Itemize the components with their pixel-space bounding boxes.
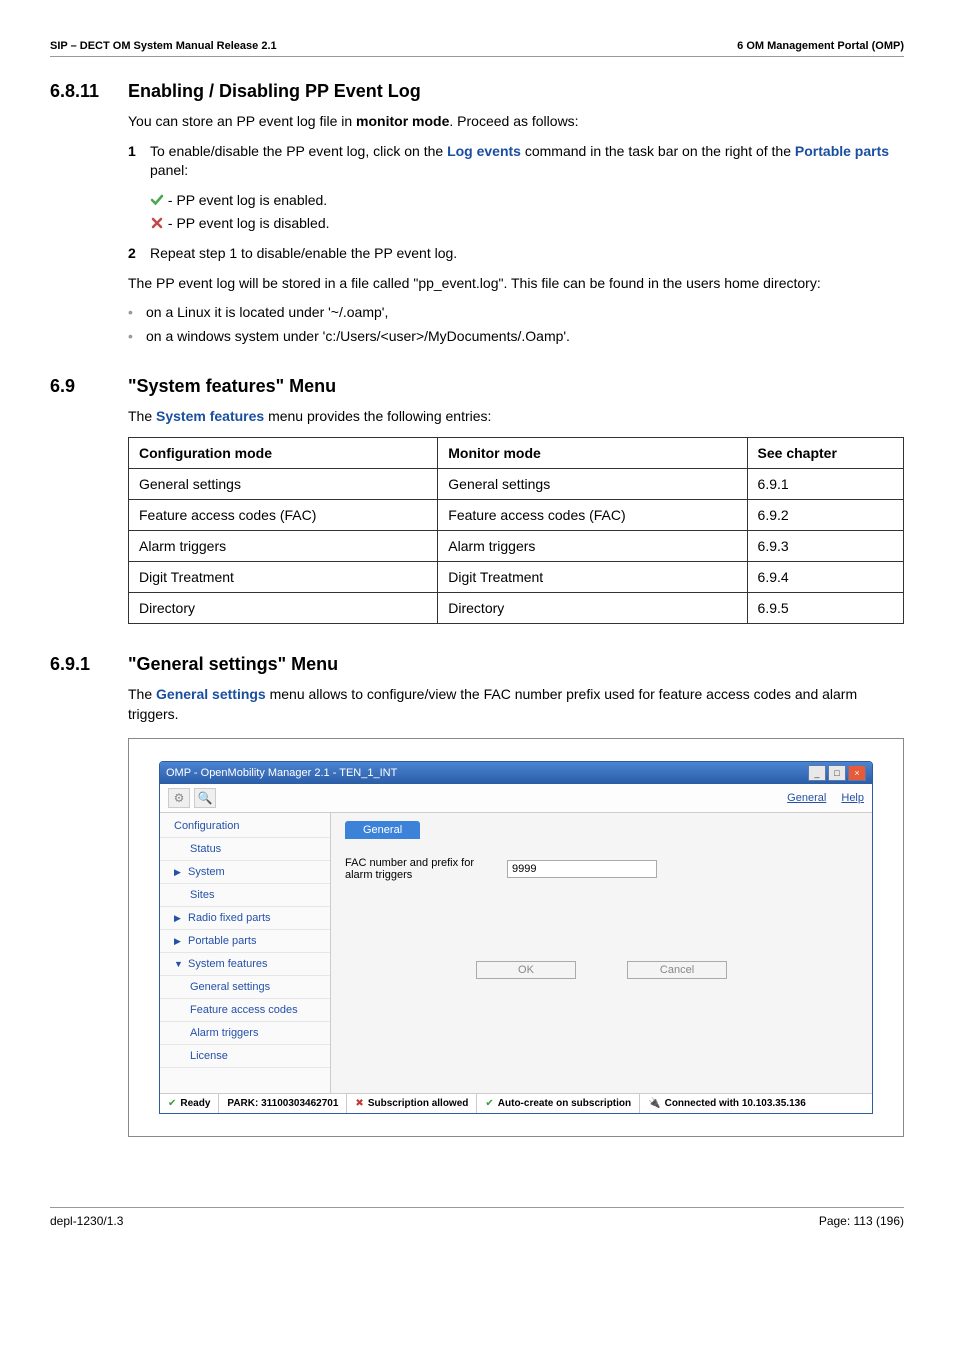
col-chapter: See chapter	[747, 437, 903, 468]
col-monitor: Monitor mode	[438, 437, 747, 468]
section-number: 6.9	[50, 376, 128, 397]
window-controls: _ □ ×	[808, 765, 866, 781]
header-left: SIP – DECT OM System Manual Release 2.1	[50, 40, 277, 52]
search-icon[interactable]: 🔍	[194, 788, 216, 808]
fac-prefix-label: FAC number and prefix for alarm triggers	[345, 857, 495, 881]
sidebar: Configuration Status ▶System Sites ▶Radi…	[160, 813, 331, 1093]
intro-paragraph: You can store an PP event log file in mo…	[128, 112, 904, 132]
main-panel: General FAC number and prefix for alarm …	[331, 813, 872, 1093]
section-title: Enabling / Disabling PP Event Log	[128, 81, 421, 102]
toolbar-menus: General Help	[775, 792, 864, 804]
sidebar-item-system[interactable]: ▶System	[160, 861, 330, 884]
sidebar-item-status[interactable]: Status	[160, 838, 330, 861]
log-events-link: Log events	[447, 143, 521, 159]
omp-window: OMP - OpenMobility Manager 2.1 - TEN_1_I…	[159, 761, 873, 1114]
titlebar: OMP - OpenMobility Manager 2.1 - TEN_1_I…	[160, 762, 872, 784]
fac-prefix-input[interactable]	[507, 860, 657, 878]
maximize-button[interactable]: □	[828, 765, 846, 781]
sidebar-item-configuration[interactable]: Configuration	[160, 815, 330, 838]
header-right: 6 OM Management Portal (OMP)	[737, 40, 904, 52]
table-header-row: Configuration mode Monitor mode See chap…	[129, 437, 904, 468]
check-icon	[150, 193, 164, 207]
section-6-8-11-heading: 6.8.11 Enabling / Disabling PP Event Log	[50, 81, 904, 102]
window-body: Configuration Status ▶System Sites ▶Radi…	[160, 813, 872, 1093]
sidebar-item-portable-parts[interactable]: ▶Portable parts	[160, 930, 330, 953]
sidebar-item-general-settings[interactable]: General settings	[160, 976, 330, 999]
ok-button[interactable]: OK	[476, 961, 576, 979]
table-row: General settingsGeneral settings6.9.1	[129, 468, 904, 499]
minimize-button[interactable]: _	[808, 765, 826, 781]
col-config: Configuration mode	[129, 437, 438, 468]
cancel-button[interactable]: Cancel	[627, 961, 727, 979]
page-footer: depl-1230/1.3 Page: 113 (196)	[50, 1207, 904, 1228]
footer-left: depl-1230/1.3	[50, 1214, 123, 1228]
step-1: To enable/disable the PP event log, clic…	[128, 142, 904, 181]
sidebar-item-alarm-triggers[interactable]: Alarm triggers	[160, 1022, 330, 1045]
table-row: Alarm triggersAlarm triggers6.9.3	[129, 530, 904, 561]
sf-intro: The System features menu provides the fo…	[128, 407, 904, 427]
sidebar-item-fac[interactable]: Feature access codes	[160, 999, 330, 1022]
section-number: 6.9.1	[50, 654, 128, 675]
status-park: PARK: 31100303462701	[219, 1094, 347, 1113]
section-number: 6.8.11	[50, 81, 128, 102]
status-subscription: ✖Subscription allowed	[347, 1094, 477, 1113]
chevron-down-icon: ▼	[174, 959, 182, 969]
footer-right: Page: 113 (196)	[819, 1214, 904, 1228]
section-6-9-heading: 6.9 "System features" Menu	[50, 376, 904, 397]
status-connected: 🔌Connected with 10.103.35.136	[640, 1094, 872, 1113]
section-6-9-1-heading: 6.9.1 "General settings" Menu	[50, 654, 904, 675]
step-list: To enable/disable the PP event log, clic…	[128, 142, 904, 181]
form-row: FAC number and prefix for alarm triggers	[345, 857, 858, 881]
sidebar-item-sites[interactable]: Sites	[160, 884, 330, 907]
plug-icon: 🔌	[648, 1098, 660, 1109]
sidebar-item-rfp[interactable]: ▶Radio fixed parts	[160, 907, 330, 930]
linux-bullet: on a Linux it is located under '~/.oamp'…	[128, 303, 904, 323]
x-icon	[150, 216, 164, 230]
close-button[interactable]: ×	[848, 765, 866, 781]
step-list-2: Repeat step 1 to disable/enable the PP e…	[128, 244, 904, 264]
gear-icon[interactable]: ⚙	[168, 788, 190, 808]
windows-bullet: on a windows system under 'c:/Users/<use…	[128, 327, 904, 347]
step-2: Repeat step 1 to disable/enable the PP e…	[128, 244, 904, 264]
page-header: SIP – DECT OM System Manual Release 2.1 …	[50, 40, 904, 57]
enabled-line: - PP event log is enabled.	[150, 191, 904, 211]
sidebar-item-system-features[interactable]: ▼System features	[160, 953, 330, 976]
tab-general[interactable]: General	[345, 821, 420, 839]
chevron-right-icon: ▶	[174, 936, 182, 947]
x-icon: ✖	[355, 1098, 363, 1109]
chevron-right-icon: ▶	[174, 913, 182, 924]
status-bar: ✔Ready PARK: 31100303462701 ✖Subscriptio…	[160, 1093, 872, 1113]
sidebar-item-license[interactable]: License	[160, 1045, 330, 1068]
modes-table: Configuration mode Monitor mode See chap…	[128, 437, 904, 624]
table-row: Feature access codes (FAC)Feature access…	[129, 499, 904, 530]
section-title: "System features" Menu	[128, 376, 336, 397]
portable-parts-link: Portable parts	[795, 143, 889, 159]
section-title: "General settings" Menu	[128, 654, 338, 675]
screenshot-frame: OMP - OpenMobility Manager 2.1 - TEN_1_I…	[128, 738, 904, 1137]
location-list: on a Linux it is located under '~/.oamp'…	[128, 303, 904, 346]
disabled-line: - PP event log is disabled.	[150, 214, 904, 234]
check-icon: ✔	[168, 1098, 176, 1109]
stored-paragraph: The PP event log will be stored in a fil…	[128, 274, 904, 294]
gs-intro: The General settings menu allows to conf…	[128, 685, 904, 724]
status-ready: ✔Ready	[160, 1094, 219, 1113]
system-features-link: System features	[156, 408, 264, 424]
table-row: Digit TreatmentDigit Treatment6.9.4	[129, 561, 904, 592]
menu-general[interactable]: General	[787, 792, 826, 804]
check-icon: ✔	[485, 1098, 493, 1109]
window-title: OMP - OpenMobility Manager 2.1 - TEN_1_I…	[166, 767, 397, 779]
menu-help[interactable]: Help	[841, 792, 864, 804]
chevron-right-icon: ▶	[174, 867, 182, 878]
button-row: OK Cancel	[345, 961, 858, 979]
general-settings-link: General settings	[156, 686, 266, 702]
toolbar: ⚙ 🔍 General Help	[160, 784, 872, 813]
table-row: DirectoryDirectory6.9.5	[129, 592, 904, 623]
status-auto-create: ✔Auto-create on subscription	[477, 1094, 640, 1113]
